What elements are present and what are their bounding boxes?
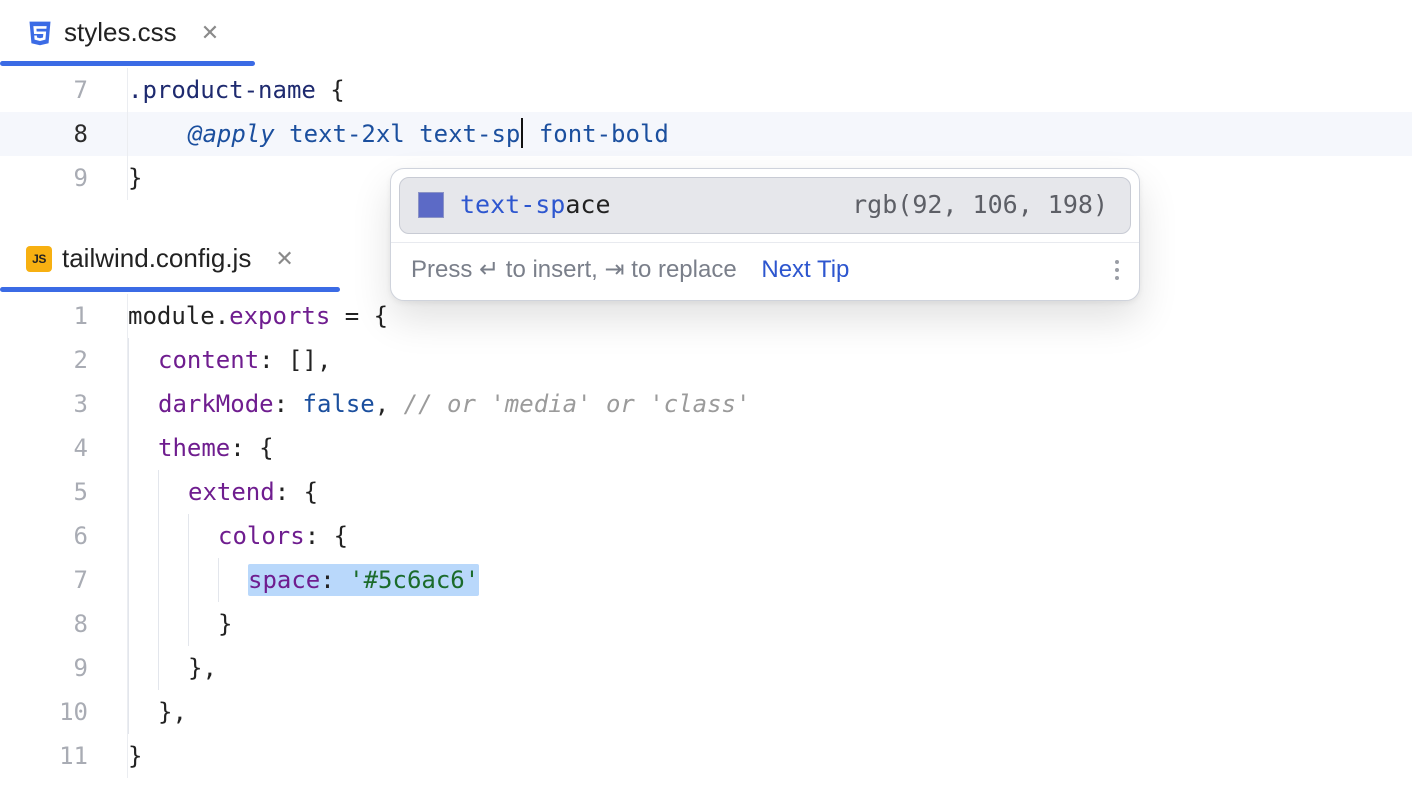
line-number: 1 <box>0 294 128 338</box>
code-line[interactable]: 7.product-name { <box>0 68 1412 112</box>
code-line[interactable]: 9}, <box>0 646 1412 690</box>
tab-bar: styles.css ✕ <box>0 0 1412 68</box>
code-content[interactable]: darkMode: false, // or 'media' or 'class… <box>128 382 1412 426</box>
color-swatch-icon <box>418 192 444 218</box>
code-content[interactable]: .product-name { <box>128 68 1412 112</box>
js-icon: JS <box>26 246 52 272</box>
tab-label: tailwind.config.js <box>62 243 251 274</box>
code-content[interactable]: }, <box>128 690 1412 734</box>
text-caret <box>521 118 523 148</box>
code-line[interactable]: 6colors: { <box>0 514 1412 558</box>
code-content[interactable]: } <box>128 734 1412 778</box>
tab-tailwind-config[interactable]: JS tailwind.config.js ✕ <box>18 233 312 286</box>
code-line[interactable]: 4theme: { <box>0 426 1412 470</box>
line-number: 9 <box>0 646 128 690</box>
line-number: 3 <box>0 382 128 426</box>
css3-icon <box>26 19 54 47</box>
autocomplete-popup: text-space rgb(92, 106, 198) Press ↵ to … <box>390 168 1140 301</box>
line-number: 11 <box>0 734 128 778</box>
code-line[interactable]: 8@apply text-2xl text-sp font-bold <box>0 112 1412 156</box>
code-content[interactable]: content: [], <box>128 338 1412 382</box>
code-line[interactable]: 2content: [], <box>0 338 1412 382</box>
kebab-menu-icon[interactable] <box>1115 260 1119 280</box>
code-content[interactable]: @apply text-2xl text-sp font-bold <box>128 112 1412 156</box>
enter-key-icon: ↵ <box>479 256 499 283</box>
autocomplete-footer: Press ↵ to insert, ⇥ to replace Next Tip <box>391 242 1139 300</box>
line-number: 8 <box>0 112 128 156</box>
editor-pane-config: JS tailwind.config.js ✕ 1module.exports … <box>0 226 1412 778</box>
line-number: 2 <box>0 338 128 382</box>
code-content[interactable]: extend: { <box>128 470 1412 514</box>
code-content[interactable]: }, <box>128 646 1412 690</box>
code-line[interactable]: 3darkMode: false, // or 'media' or 'clas… <box>0 382 1412 426</box>
code-content[interactable]: colors: { <box>128 514 1412 558</box>
line-number: 7 <box>0 68 128 112</box>
code-line[interactable]: 10}, <box>0 690 1412 734</box>
line-number: 10 <box>0 690 128 734</box>
code-line[interactable]: 11} <box>0 734 1412 778</box>
code-line[interactable]: 7space: '#5c6ac6' <box>0 558 1412 602</box>
next-tip-link[interactable]: Next Tip <box>761 256 849 283</box>
code-line[interactable]: 5extend: { <box>0 470 1412 514</box>
tab-key-icon: ⇥ <box>605 256 625 283</box>
autocomplete-item[interactable]: text-space rgb(92, 106, 198) <box>399 177 1131 234</box>
line-number: 4 <box>0 426 128 470</box>
code-content[interactable]: } <box>128 602 1412 646</box>
tab-label: styles.css <box>64 17 177 48</box>
tab-styles-css[interactable]: styles.css ✕ <box>18 7 237 60</box>
autocomplete-suggestion: text-space <box>460 190 611 219</box>
code-content[interactable]: theme: { <box>128 426 1412 470</box>
autocomplete-hint: Press ↵ to insert, ⇥ to replace Next Tip <box>411 255 849 284</box>
close-icon[interactable]: ✕ <box>275 246 293 272</box>
line-number: 6 <box>0 514 128 558</box>
line-number: 5 <box>0 470 128 514</box>
close-icon[interactable]: ✕ <box>201 20 219 46</box>
autocomplete-detail: rgb(92, 106, 198) <box>852 190 1108 219</box>
code-content[interactable]: space: '#5c6ac6' <box>128 558 1412 602</box>
code-line[interactable]: 8} <box>0 602 1412 646</box>
line-number: 7 <box>0 558 128 602</box>
code-editor-config[interactable]: 1module.exports = {2content: [],3darkMod… <box>0 294 1412 778</box>
line-number: 8 <box>0 602 128 646</box>
line-number: 9 <box>0 156 128 200</box>
